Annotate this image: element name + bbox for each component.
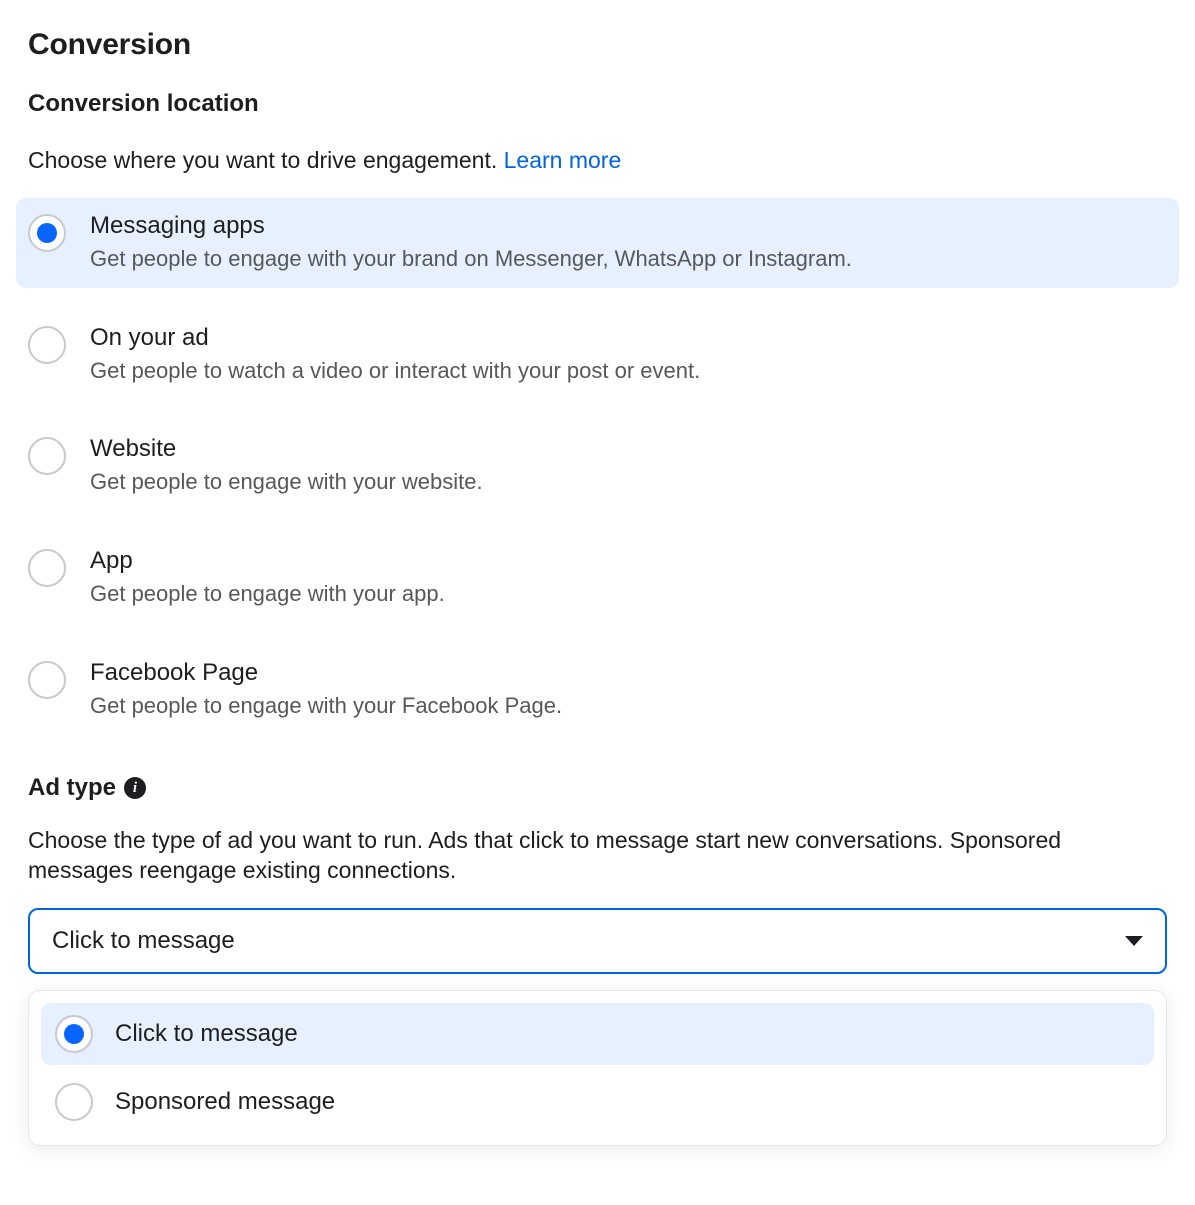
learn-more-link[interactable]: Learn more [504, 147, 622, 173]
option-title: App [90, 547, 445, 575]
option-title: On your ad [90, 324, 700, 352]
ad-type-title: Ad type [28, 774, 116, 802]
radio-text: Facebook Page Get people to engage with … [90, 659, 562, 721]
radio-icon [28, 326, 66, 364]
option-desc: Get people to watch a video or interact … [90, 356, 700, 386]
radio-text: Website Get people to engage with your w… [90, 435, 483, 497]
radio-icon [55, 1083, 93, 1121]
info-icon[interactable]: i [124, 777, 146, 799]
radio-icon [28, 549, 66, 587]
ad-type-selected-value: Click to message [52, 927, 235, 955]
radio-app[interactable]: App Get people to engage with your app. [16, 533, 1179, 623]
radio-messaging-apps[interactable]: Messaging apps Get people to engage with… [16, 198, 1179, 288]
chevron-down-icon [1125, 936, 1143, 946]
radio-icon [28, 661, 66, 699]
radio-website[interactable]: Website Get people to engage with your w… [16, 421, 1179, 511]
ad-type-prompt: Choose the type of ad you want to run. A… [28, 826, 1167, 886]
conversion-location-prompt: Choose where you want to drive engagemen… [28, 146, 1167, 176]
radio-facebook-page[interactable]: Facebook Page Get people to engage with … [16, 645, 1179, 735]
option-title: Website [90, 435, 483, 463]
option-desc: Get people to engage with your website. [90, 467, 483, 497]
ad-type-dropdown[interactable]: Click to message [28, 908, 1167, 974]
option-desc: Get people to engage with your Facebook … [90, 691, 562, 721]
ad-type-option-click-to-message[interactable]: Click to message [41, 1003, 1154, 1065]
radio-icon [28, 214, 66, 252]
radio-text: App Get people to engage with your app. [90, 547, 445, 609]
option-desc: Get people to engage with your brand on … [90, 244, 852, 274]
conversion-panel: Conversion Conversion location Choose wh… [0, 0, 1195, 1186]
conversion-location-section: Conversion location Choose where you wan… [28, 90, 1167, 734]
ad-type-section: Ad type i Choose the type of ad you want… [28, 774, 1167, 1146]
radio-icon [55, 1015, 93, 1053]
conversion-location-title: Conversion location [28, 90, 1167, 118]
conversion-location-options: Messaging apps Get people to engage with… [16, 198, 1179, 734]
option-title: Facebook Page [90, 659, 562, 687]
ad-type-option-sponsored-message[interactable]: Sponsored message [41, 1071, 1154, 1133]
radio-text: On your ad Get people to watch a video o… [90, 324, 700, 386]
radio-on-your-ad[interactable]: On your ad Get people to watch a video o… [16, 310, 1179, 400]
option-desc: Get people to engage with your app. [90, 579, 445, 609]
radio-icon [28, 437, 66, 475]
ad-type-title-row: Ad type i [28, 774, 1167, 802]
option-label: Sponsored message [115, 1088, 335, 1116]
conversion-location-prompt-text: Choose where you want to drive engagemen… [28, 147, 504, 173]
radio-text: Messaging apps Get people to engage with… [90, 212, 852, 274]
section-title: Conversion [28, 28, 1167, 62]
option-title: Messaging apps [90, 212, 852, 240]
ad-type-dropdown-panel: Click to message Sponsored message [28, 990, 1167, 1146]
option-label: Click to message [115, 1020, 298, 1048]
